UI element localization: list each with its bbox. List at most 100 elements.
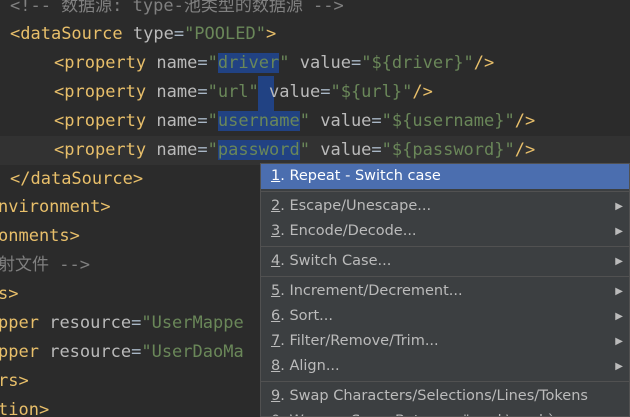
code-token: = bbox=[197, 53, 208, 73]
code-line[interactable]: </dataSource> bbox=[10, 165, 143, 194]
code-token: < bbox=[54, 140, 65, 160]
menu-separator bbox=[261, 381, 629, 382]
code-token: "POOLED" bbox=[184, 24, 266, 44]
menu-item-mnemonic: 5 bbox=[271, 283, 281, 299]
code-token: </ bbox=[10, 169, 31, 189]
code-token: < bbox=[10, 24, 21, 44]
code-line[interactable]: pper resource="UserMappe bbox=[0, 309, 244, 338]
code-line[interactable]: s> bbox=[0, 280, 19, 309]
submenu-arrow-icon: ▶ bbox=[615, 286, 623, 297]
code-token: = bbox=[173, 24, 185, 44]
code-token: > bbox=[132, 169, 144, 189]
submenu-arrow-icon: ▶ bbox=[615, 336, 623, 347]
code-token: > bbox=[8, 284, 19, 304]
code-token: property bbox=[64, 53, 147, 73]
code-token: = bbox=[197, 82, 208, 102]
menu-item-label: . Sort... bbox=[280, 308, 334, 324]
code-token: > bbox=[69, 226, 80, 246]
code-line[interactable]: 射文件 --> bbox=[0, 251, 90, 280]
code-token: = bbox=[350, 53, 362, 73]
code-token: " bbox=[279, 53, 290, 73]
menu-item[interactable]: 8. Align... ▶ bbox=[261, 354, 629, 379]
menu-item[interactable]: 3. Encode/Decode... ▶ bbox=[261, 219, 629, 244]
code-token: = bbox=[371, 140, 382, 160]
menu-item[interactable]: 9. Swap Characters/Selections/Lines/Toke… bbox=[261, 384, 629, 409]
code-token: property bbox=[64, 140, 147, 160]
code-line[interactable]: <property name="driver" value="${driver}… bbox=[54, 49, 494, 78]
code-token: " bbox=[299, 140, 310, 160]
menu-separator bbox=[261, 191, 629, 192]
code-token: <!-- 数据源: type-池类型的数据源 --> bbox=[10, 0, 344, 16]
menu-item-label: . Increment/Decrement... bbox=[280, 283, 463, 299]
string-manipulation-popup-menu[interactable]: 1. Repeat - Switch case 2. Escape/Unescap… bbox=[260, 163, 630, 417]
code-token: " bbox=[207, 140, 218, 160]
menu-item[interactable]: 2. Escape/Unescape... ▶ bbox=[261, 194, 629, 219]
code-token: name bbox=[156, 53, 198, 73]
submenu-arrow-icon: ▶ bbox=[615, 361, 623, 372]
code-line[interactable]: nvironment> bbox=[0, 193, 111, 222]
code-token: = bbox=[197, 111, 208, 131]
menu-item[interactable]: 0. Wrap or Swap Between " and \ and ` bbox=[261, 409, 629, 416]
selected-text: password bbox=[217, 140, 300, 160]
code-token: resource bbox=[49, 342, 132, 362]
code-token: /> bbox=[514, 111, 536, 131]
code-token: "UserDaoMa bbox=[141, 342, 244, 362]
code-token: dataSource bbox=[30, 169, 133, 189]
code-token: > bbox=[38, 400, 50, 417]
menu-item-label: . Filter/Remove/Trim... bbox=[280, 333, 439, 349]
code-token: > bbox=[18, 371, 29, 391]
code-line[interactable]: <!-- 数据源: type-池类型的数据源 --> bbox=[10, 0, 344, 21]
menu-item-mnemonic: 3 bbox=[271, 223, 281, 239]
code-token: = bbox=[197, 140, 208, 160]
menu-separator bbox=[261, 246, 629, 247]
menu-separator bbox=[261, 276, 629, 277]
menu-item-mnemonic: 4 bbox=[271, 253, 281, 269]
menu-item[interactable]: 7. Filter/Remove/Trim... ▶ bbox=[261, 329, 629, 354]
code-token: = bbox=[131, 342, 142, 362]
menu-item-label: . Encode/Decode... bbox=[280, 223, 417, 239]
menu-item[interactable]: 1. Repeat - Switch case bbox=[261, 164, 629, 189]
code-token: pper bbox=[0, 313, 39, 333]
menu-item[interactable]: 6. Sort... ▶ bbox=[261, 304, 629, 329]
menu-item-mnemonic: 8 bbox=[271, 358, 281, 374]
menu-item-label: . Switch Case... bbox=[280, 253, 392, 269]
code-token: tion bbox=[0, 400, 39, 417]
code-token: pper bbox=[0, 342, 39, 362]
selected-text: driver bbox=[217, 53, 280, 73]
code-token: /> bbox=[514, 140, 536, 160]
code-token: " bbox=[299, 111, 310, 131]
code-line[interactable]: rs> bbox=[0, 367, 29, 396]
menu-item[interactable]: 4. Switch Case... ▶ bbox=[261, 249, 629, 274]
submenu-arrow-icon: ▶ bbox=[615, 226, 623, 237]
code-line[interactable]: <dataSource type="POOLED"> bbox=[10, 20, 276, 49]
code-token: = bbox=[371, 111, 382, 131]
code-token: rs bbox=[0, 371, 19, 391]
selected-text: username bbox=[217, 111, 300, 131]
code-line[interactable]: pper resource="UserDaoMa bbox=[0, 338, 244, 367]
menu-item-mnemonic: 9 bbox=[271, 388, 281, 404]
code-line[interactable]: <property name="username" value="${usern… bbox=[54, 107, 535, 136]
code-line[interactable]: <property name="password" value="${passw… bbox=[0, 136, 630, 165]
code-token: /> bbox=[473, 53, 495, 73]
code-token: < bbox=[54, 53, 65, 73]
code-token: name bbox=[156, 111, 198, 131]
menu-item-mnemonic: 0 bbox=[271, 413, 280, 416]
code-token: < bbox=[54, 82, 65, 102]
code-token: = bbox=[131, 313, 142, 333]
code-token: < bbox=[54, 111, 65, 131]
code-token: 射文件 --> bbox=[0, 255, 90, 275]
menu-item-mnemonic: 7 bbox=[271, 333, 281, 349]
menu-item[interactable]: 5. Increment/Decrement... ▶ bbox=[261, 279, 629, 304]
code-token: = bbox=[320, 82, 331, 102]
code-token: value bbox=[299, 53, 351, 73]
code-line[interactable]: <property name="url" value="${url}"/> bbox=[54, 78, 433, 107]
code-line[interactable]: tion> bbox=[0, 396, 49, 417]
code-line[interactable]: onments> bbox=[0, 222, 80, 251]
